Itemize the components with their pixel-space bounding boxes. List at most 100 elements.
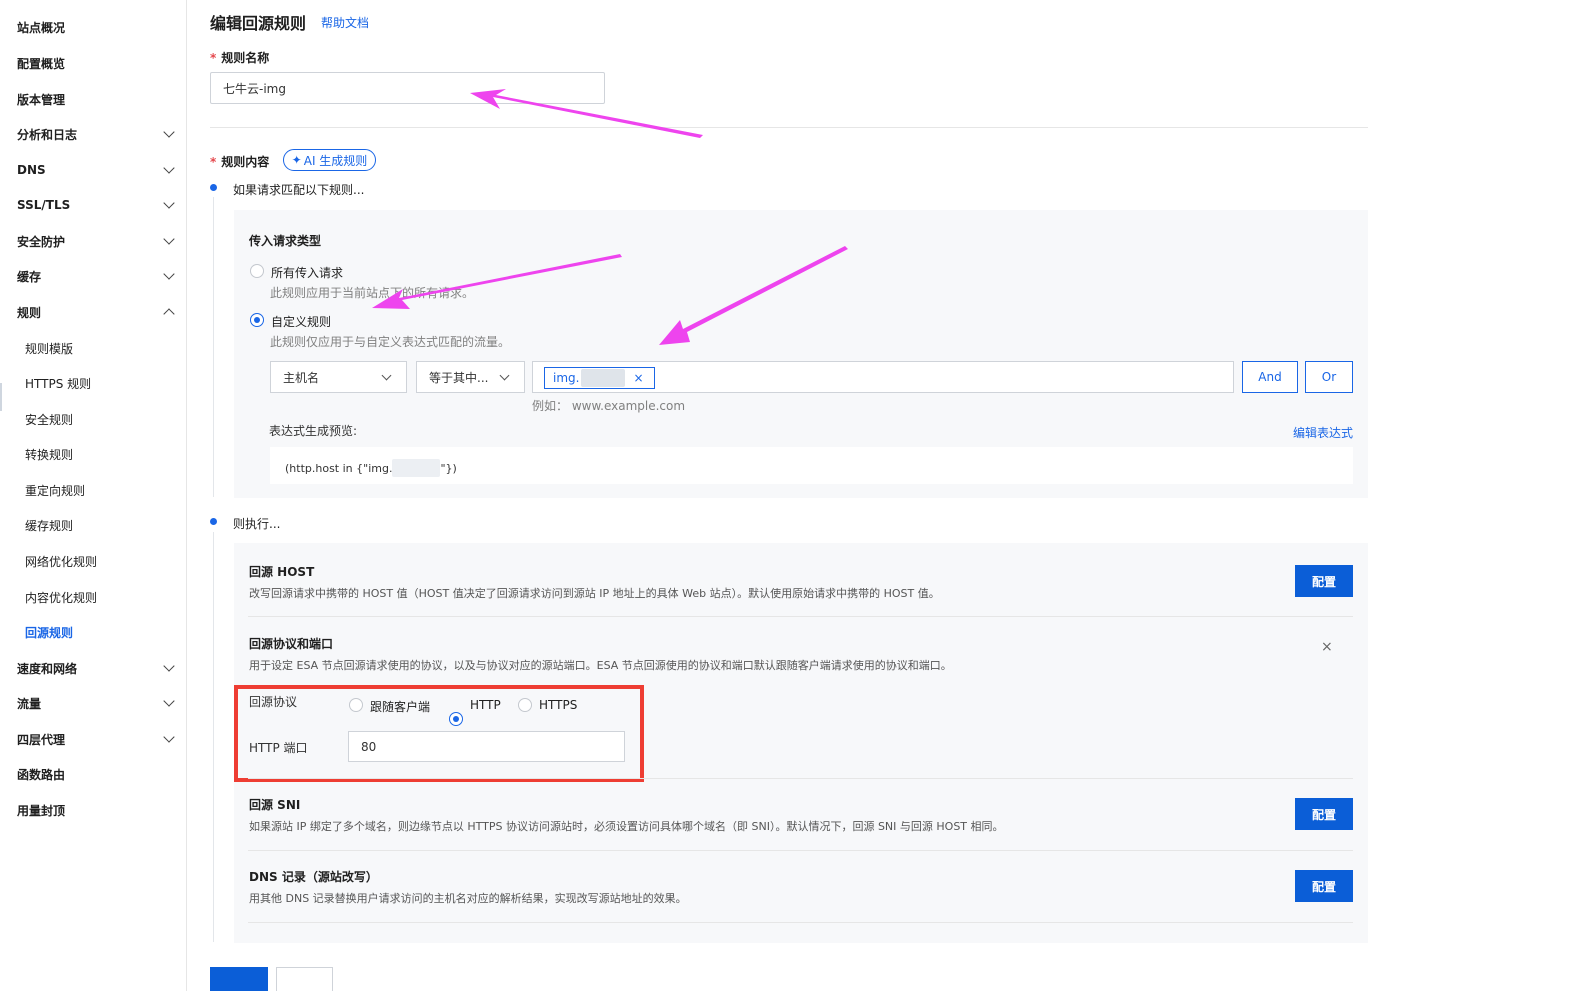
ai-generate-button[interactable]: ✦ AI 生成规则 [283, 149, 376, 171]
sidebar-item[interactable]: SSL/TLS [17, 194, 177, 216]
edit-expression-link[interactable]: 编辑表达式 [1293, 424, 1353, 441]
option-custom-desc: 此规则仅应用于与自定义表达式匹配的流量。 [270, 335, 511, 349]
divider [210, 127, 1368, 128]
close-icon[interactable]: × [1321, 639, 1333, 655]
sidebar-item-label: 内容优化规则 [25, 590, 98, 605]
origin-host-configure-button[interactable]: 配置 [1295, 565, 1353, 597]
sparkle-icon: ✦ [291, 153, 302, 167]
sidebar-item[interactable]: 安全防护 [17, 230, 177, 252]
sidebar-item-label: 四层代理 [17, 732, 66, 747]
sidebar-item-label: 缓存 [17, 269, 42, 284]
sidebar-item[interactable]: 网络优化规则 [25, 550, 175, 572]
origin-protocol-title: 回源协议和端口 [249, 637, 334, 651]
operator-select[interactable]: 等于其中... [416, 361, 525, 393]
chevron-down-icon [163, 162, 175, 174]
sidebar-item[interactable]: DNS [17, 159, 177, 181]
origin-sni-configure-button[interactable]: 配置 [1295, 798, 1353, 830]
sidebar-item-label: 安全防护 [17, 234, 66, 249]
rule-name-input[interactable]: 七牛云-img [210, 72, 605, 104]
remove-tag-icon[interactable]: × [633, 371, 643, 385]
step-line [213, 532, 214, 942]
option-all-label: 所有传入请求 [271, 266, 344, 280]
sidebar-scroll-marker [0, 383, 2, 411]
field-select[interactable]: 主机名 [270, 361, 407, 393]
dns-record-title: DNS 记录（源站改写） [249, 870, 378, 884]
sidebar-item[interactable]: 函数路由 [17, 763, 177, 785]
origin-host-desc: 改写回源请求中携带的 HOST 值（HOST 值决定了回源请求访问到源站 IP … [249, 587, 940, 600]
origin-host-title: 回源 HOST [249, 565, 315, 579]
sidebar-item[interactable]: 四层代理 [17, 728, 177, 750]
example-hint: 例如： www.example.com [532, 399, 686, 413]
row-divider [248, 850, 1353, 851]
chevron-down-icon [381, 370, 392, 380]
sidebar-item[interactable]: 速度和网络 [17, 657, 177, 679]
step-dot [210, 184, 217, 191]
chevron-down-icon [163, 197, 175, 209]
annotation-highlight-box [234, 685, 644, 782]
page-title: 编辑回源规则 [210, 14, 307, 33]
sidebar-item-label: 流量 [17, 696, 42, 711]
radio-all-requests[interactable] [250, 264, 264, 278]
sidebar-item-label: 站点概况 [17, 20, 66, 35]
sidebar-item[interactable]: 站点概况 [17, 16, 177, 38]
sidebar-item-label: DNS [17, 163, 46, 177]
chevron-down-icon [163, 233, 175, 245]
expression-text: (http.host in {"img. "}) [285, 459, 457, 477]
rule-content-label: * 规则内容 [210, 155, 270, 169]
sidebar-item[interactable]: 配置概览 [17, 52, 177, 74]
sidebar-item-label: 函数路由 [17, 767, 66, 782]
row-divider [248, 778, 1353, 779]
help-docs-link[interactable]: 帮助文档 [321, 14, 369, 31]
step-dot [210, 518, 217, 525]
sidebar-item-label: 配置概览 [17, 56, 66, 71]
dns-record-desc: 用其他 DNS 记录替换用户请求访问的主机名对应的解析结果，实现改写源站地址的效… [249, 892, 687, 905]
sidebar-item-label: 规则 [17, 305, 42, 320]
sidebar-item[interactable]: 用量封顶 [17, 799, 177, 821]
confirm-button[interactable] [210, 967, 268, 991]
sidebar-item[interactable]: 缓存规则 [25, 514, 175, 536]
redacted-block [581, 369, 626, 387]
sidebar-item[interactable]: 缓存 [17, 265, 177, 287]
sidebar-item-label: HTTPS 规则 [25, 376, 92, 391]
origin-sni-title: 回源 SNI [249, 798, 301, 812]
origin-protocol-desc: 用于设定 ESA 节点回源请求使用的协议，以及与协议对应的源站端口。ESA 节点… [249, 659, 952, 672]
chevron-down-icon [163, 695, 175, 707]
sidebar-item[interactable]: HTTPS 规则 [25, 372, 175, 394]
rule-name-label: * 规则名称 [210, 51, 270, 65]
sidebar-item-label: 缓存规则 [25, 518, 74, 533]
or-button[interactable]: Or [1305, 361, 1353, 393]
sidebar-item-label: 转换规则 [25, 447, 74, 462]
sidebar-item-label: 分析和日志 [17, 127, 78, 142]
sidebar-item[interactable]: 规则模版 [25, 337, 175, 359]
sidebar-item[interactable]: 转换规则 [25, 443, 175, 465]
and-button[interactable]: And [1242, 361, 1298, 393]
sidebar-item[interactable]: 重定向规则 [25, 479, 175, 501]
sidebar-item-label: 版本管理 [17, 92, 66, 107]
redacted-block [392, 459, 441, 477]
dns-record-configure-button[interactable]: 配置 [1295, 870, 1353, 902]
radio-custom-rule[interactable] [250, 313, 264, 327]
cancel-button[interactable] [276, 967, 333, 991]
sidebar-item-label: SSL/TLS [17, 198, 71, 212]
chevron-down-icon [163, 268, 175, 280]
sidebar-item[interactable]: 内容优化规则 [25, 586, 175, 608]
sidebar-item[interactable]: 安全规则 [25, 408, 175, 430]
sidebar-item-label: 用量封顶 [17, 803, 66, 818]
sidebar-item[interactable]: 回源规则 [25, 621, 175, 643]
chevron-up-icon [163, 308, 175, 320]
preview-label: 表达式生成预览: [269, 424, 358, 438]
match-heading: 如果请求匹配以下规则... [233, 183, 365, 197]
sidebar-item[interactable]: 版本管理 [17, 88, 177, 110]
sidebar-item-label: 回源规则 [25, 625, 74, 640]
option-custom-label: 自定义规则 [271, 315, 332, 329]
sidebar-item-label: 网络优化规则 [25, 554, 98, 569]
execute-heading: 则执行... [233, 517, 281, 531]
sidebar-item[interactable]: 分析和日志 [17, 123, 177, 145]
sidebar-item-label: 速度和网络 [17, 661, 78, 676]
sidebar-item[interactable]: 流量 [17, 692, 177, 714]
sidebar-item[interactable]: 规则 [17, 301, 177, 323]
chevron-down-icon [163, 731, 175, 743]
row-divider [248, 922, 1353, 923]
chevron-down-icon [163, 660, 175, 672]
value-tag[interactable]: img. × [544, 367, 655, 389]
